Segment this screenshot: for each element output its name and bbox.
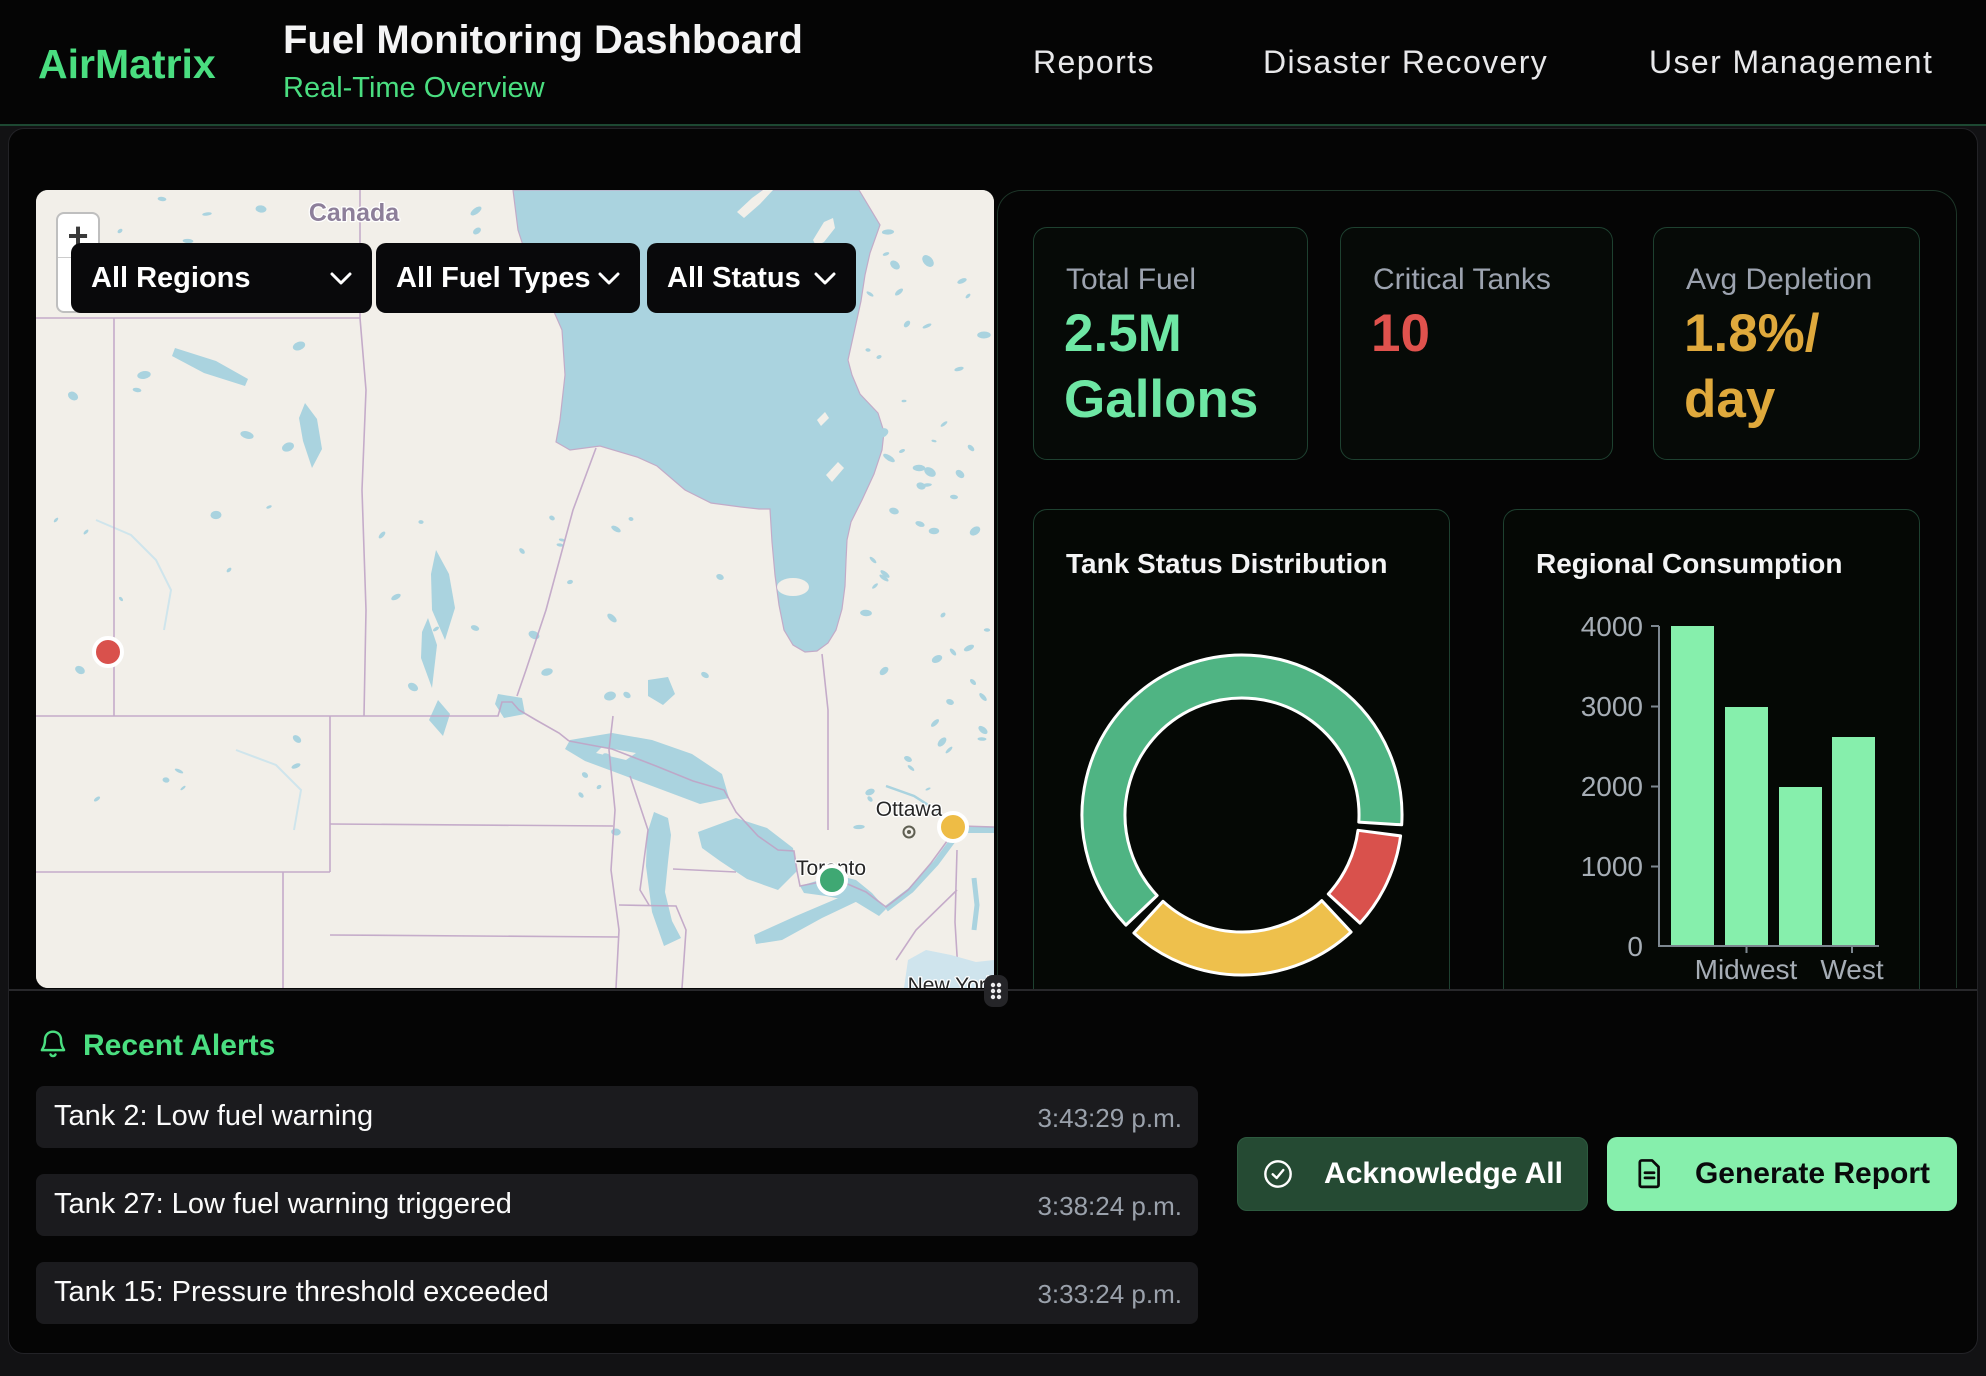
svg-text:New York: New York [908, 974, 994, 988]
svg-text:1000: 1000 [1581, 851, 1643, 882]
svg-text:West: West [1820, 954, 1883, 985]
svg-text:0: 0 [1627, 931, 1643, 962]
svg-text:3000: 3000 [1581, 691, 1643, 722]
svg-text:4000: 4000 [1581, 611, 1643, 642]
svg-text:Ottawa: Ottawa [876, 798, 943, 821]
svg-text:Midwest: Midwest [1695, 954, 1798, 985]
svg-text:Canada: Canada [309, 199, 400, 227]
svg-text:2000: 2000 [1581, 771, 1643, 802]
